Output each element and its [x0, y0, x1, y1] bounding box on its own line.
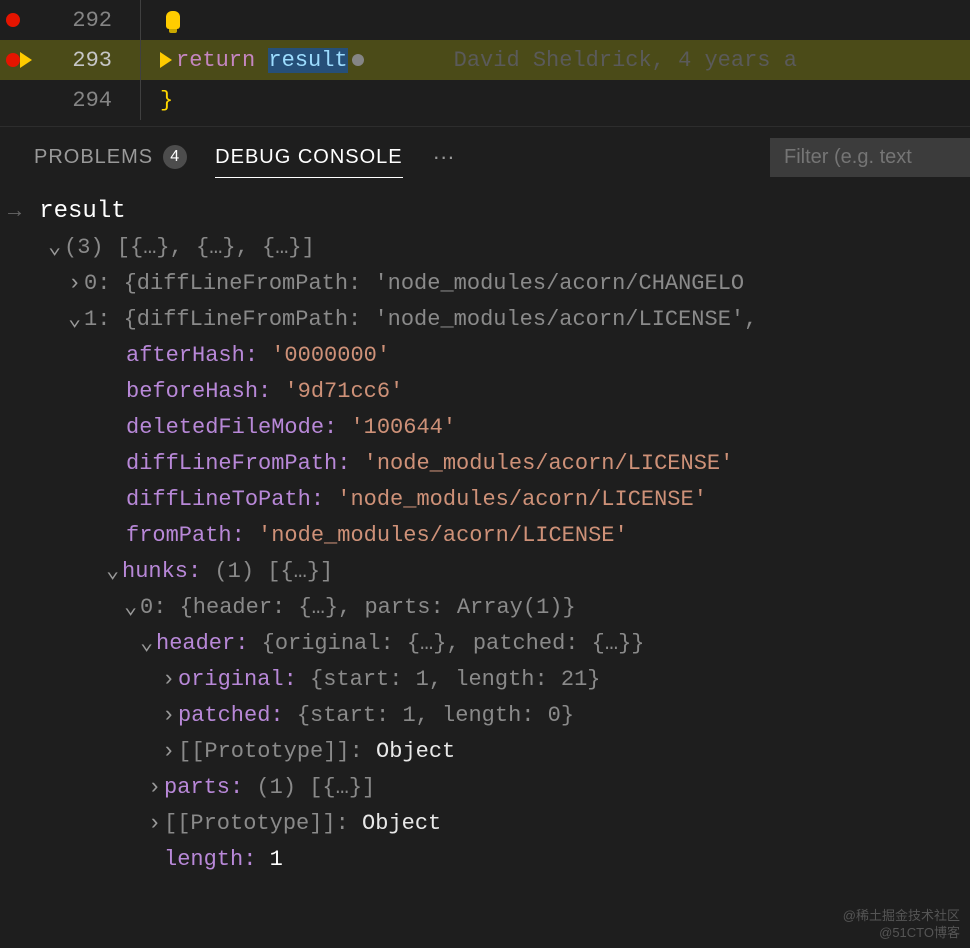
code-line-active: 293 return result David Sheldrick, 4 yea… — [0, 40, 970, 80]
object-preview: {diffLineFromPath: 'node_modules/acorn/L… — [124, 307, 758, 332]
property-key: beforeHash: — [126, 379, 271, 404]
code-editor: 292 293 return result David Sheldrick, 4… — [0, 0, 970, 120]
property-value: 1 — [270, 847, 283, 872]
property-key: header: — [156, 631, 248, 656]
property-key: diffLineToPath: — [126, 487, 324, 512]
lightbulb-icon[interactable] — [166, 11, 180, 29]
debug-console-output: → result ⌄ (3) [{…}, {…}, {…}] › 0: {dif… — [0, 187, 970, 877]
property-value: {start: 1, length: 0} — [297, 703, 574, 728]
panel-tabs: PROBLEMS 4 DEBUG CONSOLE ··· — [0, 127, 970, 187]
input-arrow-icon: → — [8, 199, 21, 224]
tab-label: PROBLEMS — [34, 146, 153, 169]
property-key: parts: — [164, 775, 243, 800]
property-value: Object — [362, 811, 441, 836]
line-number: 292 — [72, 8, 112, 33]
git-blame-annotation: David Sheldrick, 4 years a — [454, 48, 797, 73]
current-exec-arrow-icon — [20, 52, 32, 68]
array-index: 0: — [140, 595, 166, 620]
object-property[interactable]: › [[Prototype]]: Object — [8, 805, 970, 841]
chevron-down-icon[interactable]: ⌄ — [140, 630, 152, 656]
property-key: [[Prototype]]: — [178, 739, 363, 764]
property-value: (1) [{…}] — [256, 775, 375, 800]
property-value: 'node_modules/acorn/LICENSE' — [258, 523, 628, 548]
filter-input[interactable] — [770, 138, 970, 177]
line-number: 294 — [72, 88, 112, 113]
bottom-panel: PROBLEMS 4 DEBUG CONSOLE ··· → result ⌄ … — [0, 126, 970, 877]
array-item[interactable]: › 0: {diffLineFromPath: 'node_modules/ac… — [8, 265, 970, 301]
property-key: fromPath: — [126, 523, 245, 548]
object-property: afterHash: '0000000' — [8, 337, 970, 373]
brace: } — [160, 88, 173, 113]
property-value: '9d71cc6' — [284, 379, 403, 404]
object-property: fromPath: 'node_modules/acorn/LICENSE' — [8, 517, 970, 553]
property-key: deletedFileMode: — [126, 415, 337, 440]
array-item[interactable]: ⌄ 1: {diffLineFromPath: 'node_modules/ac… — [8, 301, 970, 337]
object-property: deletedFileMode: '100644' — [8, 409, 970, 445]
property-value: 'node_modules/acorn/LICENSE' — [364, 451, 734, 476]
line-number: 293 — [72, 48, 112, 73]
identifier-selected[interactable]: result — [268, 48, 347, 73]
object-property: beforeHash: '9d71cc6' — [8, 373, 970, 409]
property-value: (1) [{…}] — [214, 559, 333, 584]
property-value: {original: {…}, patched: {…}} — [262, 631, 645, 656]
property-value: 'node_modules/acorn/LICENSE' — [337, 487, 707, 512]
more-tabs-icon[interactable]: ··· — [417, 144, 471, 170]
array-index: 0: — [84, 271, 110, 296]
code-line: 294 } — [0, 80, 970, 120]
keyword: return — [176, 48, 255, 73]
chevron-right-icon[interactable]: › — [162, 667, 174, 692]
tab-debug-console[interactable]: DEBUG CONSOLE — [201, 146, 416, 169]
chevron-down-icon[interactable]: ⌄ — [106, 558, 118, 584]
object-preview: {diffLineFromPath: 'node_modules/acorn/C… — [124, 271, 745, 296]
property-value: Object — [376, 739, 455, 764]
chevron-down-icon[interactable]: ⌄ — [68, 306, 80, 332]
object-property[interactable]: ⌄ hunks: (1) [{…}] — [8, 553, 970, 589]
console-input-row: → result — [8, 193, 970, 229]
object-property[interactable]: › original: {start: 1, length: 21} — [8, 661, 970, 697]
property-key: patched: — [178, 703, 284, 728]
object-preview: {header: {…}, parts: Array(1)} — [180, 595, 576, 620]
array-item[interactable]: ⌄ 0: {header: {…}, parts: Array(1)} — [8, 589, 970, 625]
chevron-right-icon[interactable]: › — [68, 271, 80, 296]
property-value: {start: 1, length: 21} — [310, 667, 600, 692]
property-value: '0000000' — [271, 343, 390, 368]
tab-problems[interactable]: PROBLEMS 4 — [20, 145, 201, 169]
tab-label: DEBUG CONSOLE — [215, 146, 402, 178]
property-key: afterHash: — [126, 343, 258, 368]
array-summary: (3) [{…}, {…}, {…}] — [64, 235, 315, 260]
property-key: hunks: — [122, 559, 201, 584]
code-line: 292 — [0, 0, 970, 40]
breakpoint-icon[interactable] — [6, 13, 20, 27]
object-property: diffLineFromPath: 'node_modules/acorn/LI… — [8, 445, 970, 481]
property-key: original: — [178, 667, 297, 692]
watermark: @稀土掘金技术社区 @51CTO博客 — [843, 908, 960, 942]
chevron-down-icon[interactable]: ⌄ — [124, 594, 136, 620]
watermark-line: @稀土掘金技术社区 — [843, 908, 960, 925]
object-property: diffLineToPath: 'node_modules/acorn/LICE… — [8, 481, 970, 517]
object-property[interactable]: › parts: (1) [{…}] — [8, 769, 970, 805]
property-value: '100644' — [350, 415, 456, 440]
console-object-summary[interactable]: ⌄ (3) [{…}, {…}, {…}] — [8, 229, 970, 265]
chevron-down-icon[interactable]: ⌄ — [48, 234, 60, 260]
problems-count-badge: 4 — [163, 145, 187, 169]
chevron-right-icon[interactable]: › — [148, 775, 160, 800]
object-property: length: 1 — [8, 841, 970, 877]
chevron-right-icon[interactable]: › — [162, 739, 174, 764]
watermark-line: @51CTO博客 — [843, 925, 960, 942]
property-key: diffLineFromPath: — [126, 451, 350, 476]
property-key: [[Prototype]]: — [164, 811, 349, 836]
console-input-text: result — [39, 198, 125, 225]
unsaved-dot-icon — [352, 54, 364, 66]
breakpoint-icon[interactable] — [6, 53, 20, 67]
chevron-right-icon[interactable]: › — [148, 811, 160, 836]
exec-pointer-icon — [160, 52, 172, 68]
object-property[interactable]: › [[Prototype]]: Object — [8, 733, 970, 769]
chevron-right-icon[interactable]: › — [162, 703, 174, 728]
array-index: 1: — [84, 307, 110, 332]
property-key: length: — [164, 847, 256, 872]
object-property[interactable]: › patched: {start: 1, length: 0} — [8, 697, 970, 733]
object-property[interactable]: ⌄ header: {original: {…}, patched: {…}} — [8, 625, 970, 661]
